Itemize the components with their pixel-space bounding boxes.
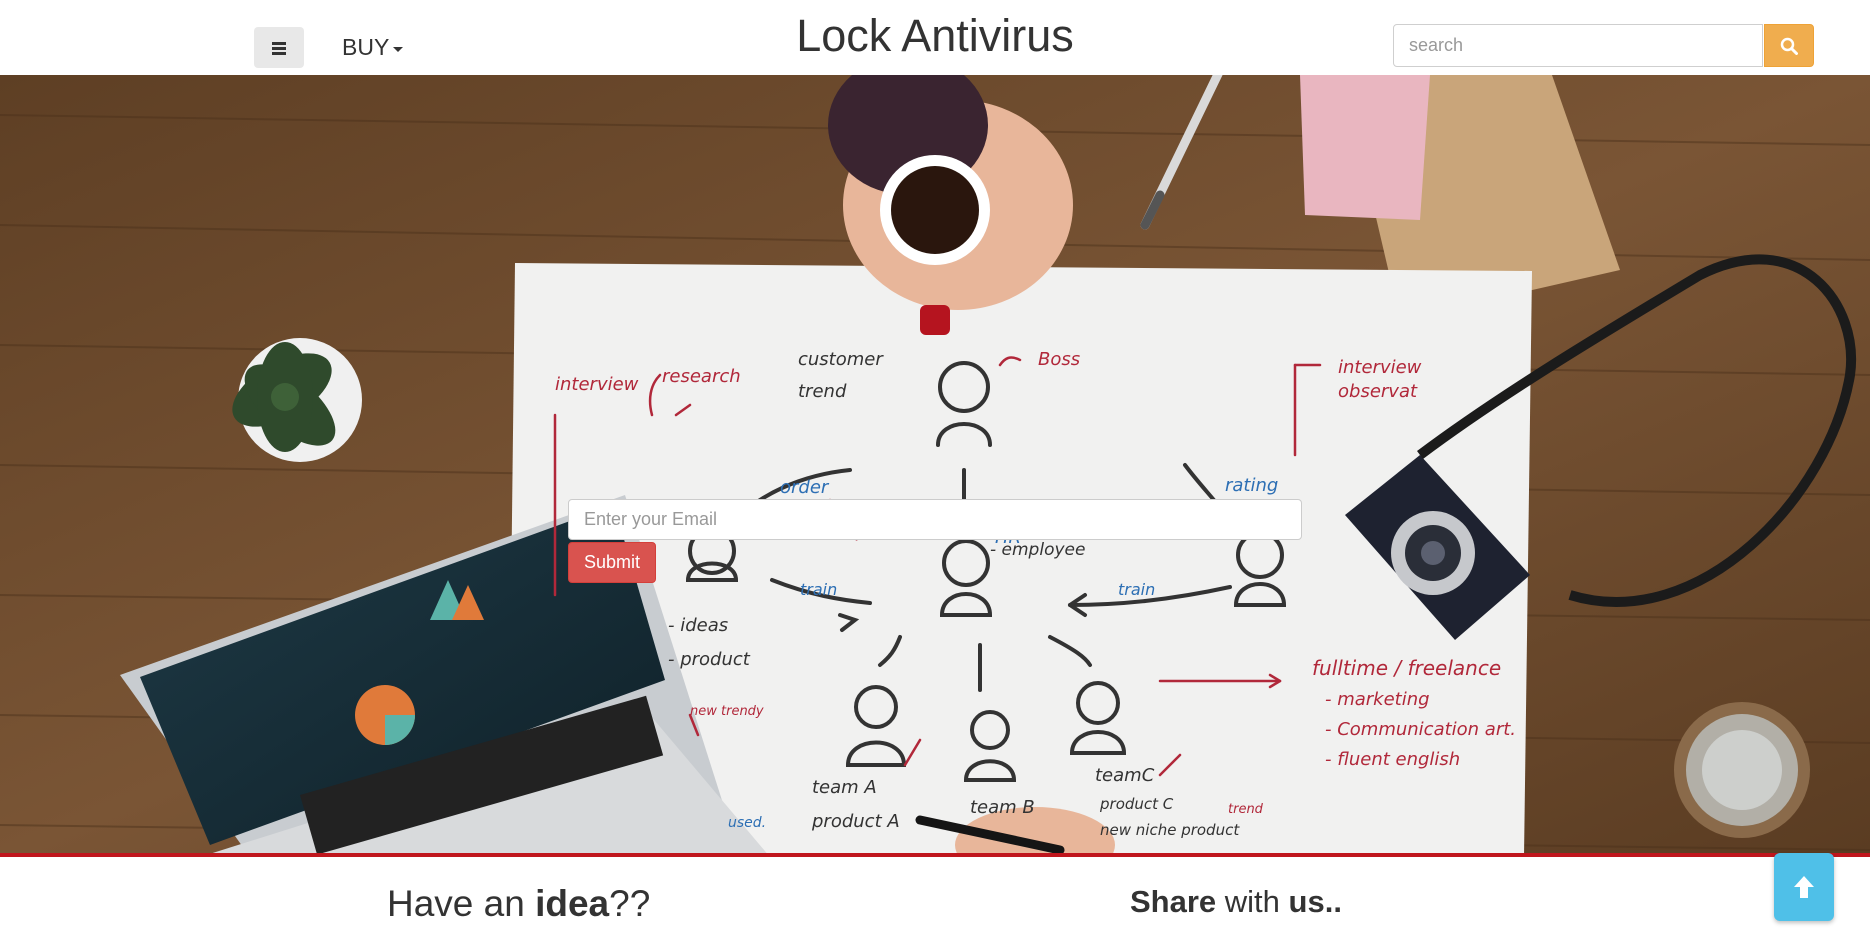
idea-heading: Have an idea?? [387, 883, 650, 925]
note-fulltime: fulltime / freelance [1312, 656, 1501, 680]
hero-banner: customer trend - ideas - product team A … [0, 75, 1870, 857]
note-product-a: product A [811, 811, 900, 832]
share-mid: with [1216, 884, 1289, 919]
note-team-a: team A [812, 777, 877, 798]
note-communication: - Communication art. [1325, 719, 1516, 740]
share-bold: Share [1130, 884, 1217, 919]
idea-suffix: ?? [609, 883, 651, 924]
search-input[interactable] [1393, 24, 1763, 67]
buy-dropdown[interactable]: BUY [342, 34, 404, 61]
buy-dropdown-label: BUY [342, 34, 390, 60]
note-product-c: product C [1099, 795, 1174, 813]
email-input[interactable] [568, 499, 1302, 540]
note-team-b: team B [970, 797, 1035, 818]
note-ideas: - ideas [668, 615, 728, 636]
menu-toggle-button[interactable] [254, 27, 304, 68]
note-interview: interview [555, 374, 639, 395]
note-team-c: teamC [1095, 765, 1155, 786]
note-customer: customer [798, 349, 884, 370]
note-new-trendy: new trendy [690, 704, 764, 719]
idea-prefix: Have an [387, 883, 536, 924]
note-rating: rating [1225, 475, 1278, 496]
scroll-to-top-button[interactable] [1774, 853, 1834, 921]
navbar: BUY Lock Antivirus [0, 0, 1870, 75]
note-trend-small: trend [1228, 802, 1264, 817]
submit-button[interactable]: Submit [568, 542, 656, 583]
note-train-right: train [1118, 580, 1155, 599]
note-niche-product: new niche product [1100, 821, 1240, 839]
note-order: order [780, 477, 830, 498]
search-button[interactable] [1764, 24, 1814, 67]
bars-icon [272, 41, 286, 55]
search-icon [1780, 37, 1798, 55]
share-us: us.. [1288, 884, 1342, 919]
note-research: research [662, 366, 741, 387]
note-used: used. [728, 815, 766, 831]
share-heading: Share with us.. [1130, 884, 1342, 920]
note-fluent: - fluent english [1325, 749, 1460, 770]
note-boss: Boss [1038, 349, 1080, 370]
note-observation: observat [1338, 381, 1418, 402]
note-product: - product [668, 649, 751, 670]
arrow-up-icon [1794, 876, 1814, 898]
caret-down-icon [393, 46, 404, 52]
note-trend: trend [798, 381, 847, 402]
idea-bold: idea [535, 883, 610, 924]
note-train-left: train [800, 580, 837, 599]
hero-background-image: customer trend - ideas - product team A … [0, 75, 1870, 853]
note-marketing: - marketing [1325, 689, 1430, 710]
note-interview-right: interview [1338, 357, 1422, 378]
